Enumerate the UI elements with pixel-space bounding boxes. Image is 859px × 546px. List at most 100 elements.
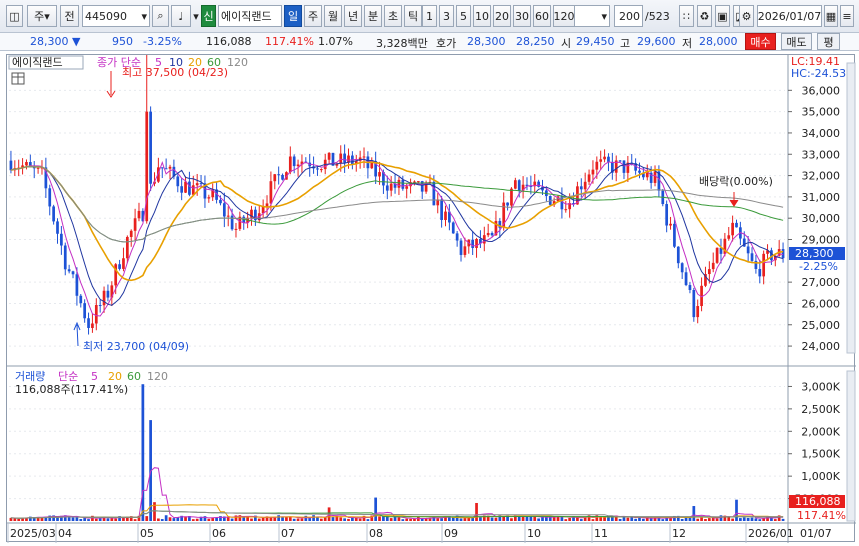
zoom-icon[interactable]: ♻ <box>697 5 712 27</box>
volume-bar <box>56 517 59 521</box>
volume-bar <box>727 516 731 521</box>
period-tab-6[interactable]: 틱 <box>404 5 422 27</box>
candle-body <box>762 253 766 277</box>
price-scrollbar[interactable] <box>846 62 856 354</box>
volume-bar <box>168 517 172 521</box>
period-tab-2[interactable]: 월 <box>324 5 342 27</box>
volume-bar <box>746 517 750 521</box>
volume-bar <box>164 515 168 521</box>
open-label: 시 <box>561 37 572 50</box>
volume-bar <box>312 515 315 521</box>
eval-button[interactable]: 평 <box>817 33 840 50</box>
period-tab-5[interactable]: 초 <box>384 5 402 27</box>
speaker-menu-icon[interactable]: ▾ <box>192 5 200 27</box>
volume-bar <box>735 499 738 521</box>
interval-tab-3[interactable]: 3 <box>439 5 454 27</box>
volume-bar <box>642 518 645 521</box>
candle-body <box>94 305 98 324</box>
sell-button[interactable]: 매도 <box>781 33 812 50</box>
date-input[interactable]: 2026/01/07 <box>757 5 822 27</box>
grid-icon[interactable]: ∷ <box>679 5 694 27</box>
volume-axis: 3,000K2,500K2,000K1,500K1,000K500,000 <box>788 380 841 506</box>
volume-bar <box>560 516 564 521</box>
volume-bar <box>700 517 703 521</box>
candle-body <box>618 160 622 162</box>
candle-body <box>164 168 168 170</box>
calendar-icon[interactable]: ▦ <box>824 5 838 27</box>
candle-body <box>106 290 110 298</box>
current-price-tag: 28,300 <box>795 247 834 260</box>
vol-legend-60: 60 <box>127 370 141 383</box>
volume-bar <box>479 516 482 521</box>
price-tick-label: 25,000 <box>802 319 841 332</box>
candle-body <box>277 174 281 176</box>
candle-body <box>758 268 762 277</box>
volume-bar <box>285 516 288 521</box>
candle-body <box>137 210 141 219</box>
credit-badge: 신 <box>201 5 216 27</box>
volume-bar <box>692 506 696 521</box>
volume-bar <box>17 518 21 521</box>
period-tab-3[interactable]: 년 <box>344 5 362 27</box>
candle-body <box>537 181 540 187</box>
interval-tab-1[interactable]: 1 <box>422 5 437 27</box>
current-pct-tag: 117.41% <box>797 509 846 522</box>
candle-body <box>269 181 273 204</box>
candle-body <box>56 221 59 234</box>
volume-ma-lines <box>10 467 784 520</box>
interval-tab-30[interactable]: 30 <box>513 5 531 27</box>
candle-body <box>343 153 346 163</box>
search-icon[interactable]: ⌕ <box>152 5 169 27</box>
candle-body <box>463 246 467 255</box>
speaker-icon[interactable]: ♩ <box>171 5 191 27</box>
settings-icon[interactable]: ⚙ <box>739 5 754 27</box>
candle-body <box>486 233 490 236</box>
candle-body <box>188 181 191 195</box>
interval-tab-60[interactable]: 60 <box>533 5 551 27</box>
x-tick-label: 01/07 <box>800 527 832 540</box>
prefix-button[interactable]: 전 <box>60 5 79 27</box>
stock-code-input[interactable]: 445090 ▾ <box>82 5 150 27</box>
candle-body <box>79 295 83 304</box>
volume-bar <box>405 518 409 521</box>
interval-tab-10[interactable]: 10 <box>473 5 491 27</box>
price-tick-label: 29,000 <box>802 234 841 247</box>
period-tab-4[interactable]: 분 <box>364 5 382 27</box>
volume-value-label: 116,088주(117.41%) <box>15 383 128 396</box>
volume-ratio: 117.41% <box>265 35 314 48</box>
candle-body <box>118 264 121 269</box>
price-tick-label: 32,000 <box>802 170 841 183</box>
vol-legend-20: 20 <box>108 370 122 383</box>
volume-bar <box>257 518 261 521</box>
candle-body <box>587 174 591 182</box>
open-price: 29,450 <box>576 35 615 48</box>
candle-body <box>735 222 738 228</box>
candle-body <box>696 306 700 318</box>
price-tick-label: 34,000 <box>802 127 841 140</box>
volume-bar <box>343 518 346 521</box>
x-tick-label: 10 <box>527 527 541 540</box>
volume-bar <box>634 518 637 521</box>
volume-bar <box>114 518 118 521</box>
save-icon[interactable]: ▣ <box>715 5 730 27</box>
menu-icon[interactable]: ≡ <box>840 5 854 27</box>
volume-tick-label: 1,000K <box>801 470 840 483</box>
window-icon[interactable]: ◫ <box>6 5 23 27</box>
volume-bar <box>397 517 401 521</box>
buy-button[interactable]: 매수 <box>745 33 776 50</box>
high-price: 29,600 <box>637 35 676 48</box>
period-tab-1[interactable]: 주 <box>304 5 322 27</box>
candle-body <box>133 218 137 231</box>
hc-label: HC:-24.53 <box>791 67 846 80</box>
candle-body <box>680 263 684 273</box>
interval-tab-5[interactable]: 5 <box>456 5 471 27</box>
candle-body <box>397 179 401 188</box>
market-select[interactable]: 주 ▾ <box>27 5 57 27</box>
interval-tab-20[interactable]: 20 <box>493 5 511 27</box>
volume-scrollbar[interactable] <box>846 370 856 522</box>
count-input[interactable]: 200 <box>614 5 643 27</box>
stock-chart[interactable]: 에이직랜드 종가 단순 5 10 20 60 120 최고 37,500 (04… <box>7 51 856 543</box>
period-tab-0[interactable]: 일 <box>284 5 302 27</box>
interval-tab-120[interactable]: 120 <box>553 5 575 27</box>
candle-body <box>378 172 381 177</box>
